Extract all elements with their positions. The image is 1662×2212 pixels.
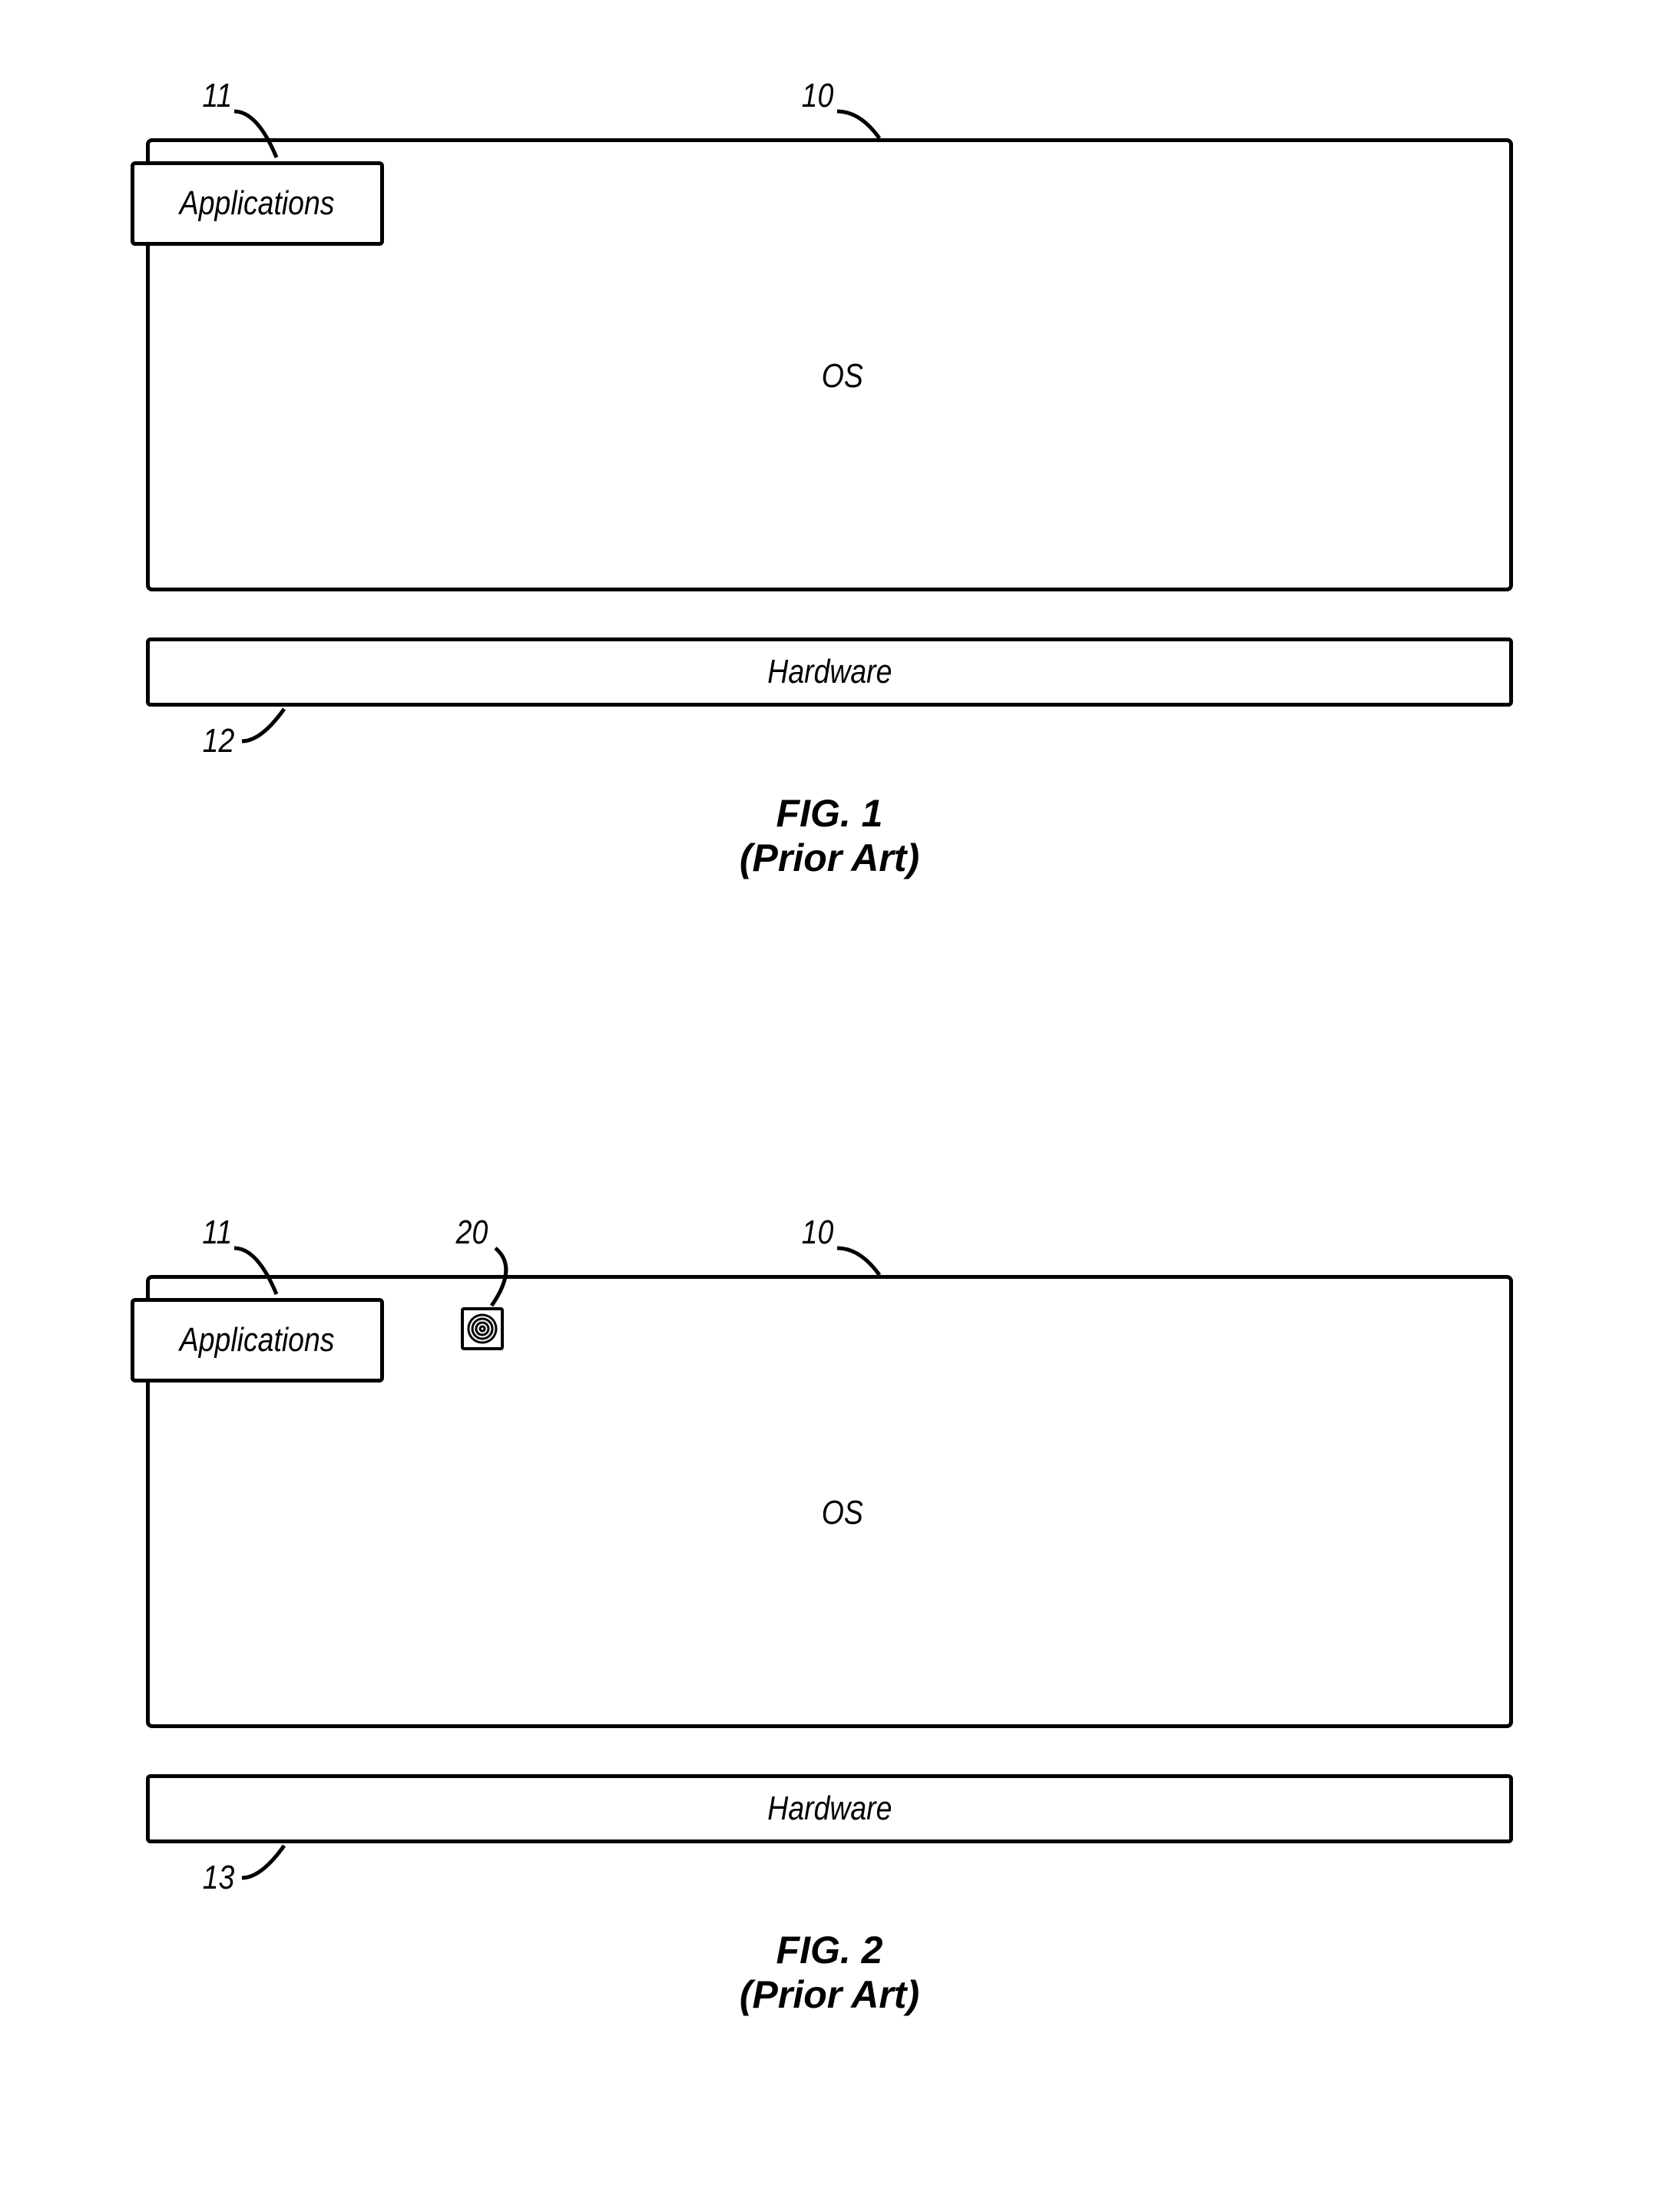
applications-label: Applications [180,1321,335,1359]
os-label: OS [822,1494,863,1532]
leader-12 [238,707,307,745]
applications-box: Applications [131,1298,384,1382]
leader-13 [238,1843,307,1882]
hardware-box: Hardware [146,637,1513,707]
leader-10 [833,1244,902,1283]
hardware-label: Hardware [767,1790,892,1828]
caption-line-1: FIG. 1 [146,791,1513,836]
leader-20 [476,1244,522,1313]
ref-11: 11 [202,1214,232,1252]
ref-12: 12 [203,722,235,760]
ref-10: 10 [802,1214,834,1252]
applications-label: Applications [180,184,335,223]
leader-11 [230,108,300,169]
figure-1-caption: FIG. 1 (Prior Art) [146,791,1513,880]
hardware-label: Hardware [767,653,892,691]
hardware-box: Hardware [146,1774,1513,1843]
figure-2-caption: FIG. 2 (Prior Art) [146,1928,1513,2017]
leader-10 [833,108,902,146]
ref-11: 11 [202,77,232,115]
caption-line-2: (Prior Art) [146,1972,1513,2017]
applications-box: Applications [131,161,384,246]
ref-10: 10 [802,77,834,115]
agent-box [461,1307,504,1350]
caption-line-1: FIG. 2 [146,1928,1513,1972]
os-label: OS [822,357,863,396]
figure-1: OS Applications Hardware 11 10 12 FIG. 1… [146,69,1513,914]
ref-13: 13 [203,1859,235,1897]
figure-2: OS Applications Hardware 11 20 10 13 FIG… [146,1206,1513,2051]
leader-11 [230,1244,300,1306]
caption-line-2: (Prior Art) [146,836,1513,880]
spiral-icon [466,1313,498,1345]
